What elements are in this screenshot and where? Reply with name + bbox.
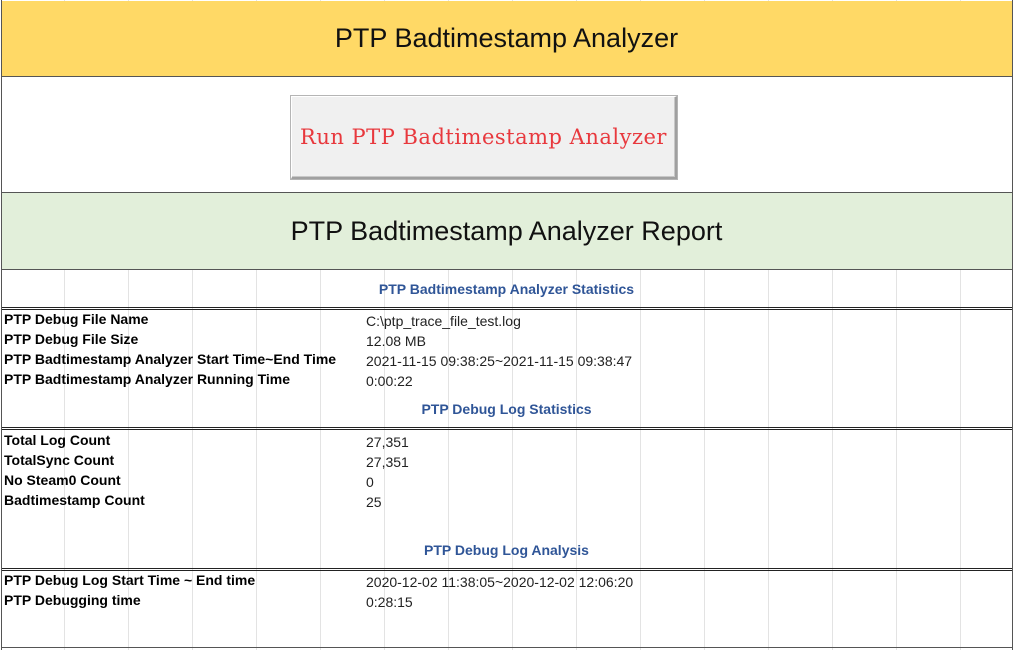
stat-label: Badtimestamp Count: [4, 492, 145, 508]
section-divider: [1, 307, 1012, 310]
report-title-banner: PTP Badtimestamp Analyzer Report: [1, 193, 1012, 270]
stat-row-total-sync-count: TotalSync Count 27,351: [4, 452, 1009, 472]
run-button-area: Run PTP Badtimestamp Analyzer: [1, 77, 1012, 193]
stat-value[interactable]: 27,351: [366, 434, 409, 450]
stat-value[interactable]: C:\ptp_trace_file_test.log: [366, 313, 521, 329]
sheet-border-left: [1, 0, 2, 650]
stat-row-file-name: PTP Debug File Name C:\ptp_trace_file_te…: [4, 311, 1009, 331]
stat-value[interactable]: 27,351: [366, 454, 409, 470]
report-title: PTP Badtimestamp Analyzer Report: [290, 215, 723, 246]
stat-row-badtimestamp-count: Badtimestamp Count 25: [4, 492, 1009, 512]
stat-label: PTP Debug File Name: [4, 311, 149, 327]
stat-row-running-time: PTP Badtimestamp Analyzer Running Time 0…: [4, 371, 1009, 391]
section-heading-analyzer-statistics: PTP Badtimestamp Analyzer Statistics: [378, 281, 635, 297]
stat-value[interactable]: 0:00:22: [366, 373, 413, 389]
stat-value[interactable]: 0:28:15: [366, 594, 413, 610]
section-divider: [1, 427, 1012, 430]
stat-value[interactable]: 25: [366, 494, 382, 510]
section-heading-log-statistics: PTP Debug Log Statistics: [421, 401, 592, 417]
stat-label: PTP Badtimestamp Analyzer Start Time~End…: [4, 351, 337, 367]
stat-row-log-time-range: PTP Debug Log Start Time ~ End time 2020…: [4, 572, 1009, 592]
stat-row-total-log-count: Total Log Count 27,351: [4, 432, 1009, 452]
stat-label: PTP Badtimestamp Analyzer Running Time: [4, 371, 291, 387]
stat-value[interactable]: 0: [366, 474, 374, 490]
sheet-border-right: [1012, 0, 1013, 650]
stat-row-debugging-time: PTP Debugging time 0:28:15: [4, 592, 1009, 612]
stat-label: PTP Debug Log Start Time ~ End time: [4, 572, 256, 588]
stat-value[interactable]: 2020-12-02 11:38:05~2020-12-02 12:06:20: [366, 574, 633, 590]
stat-row-file-size: PTP Debug File Size 12.08 MB: [4, 331, 1009, 351]
stat-label: TotalSync Count: [4, 452, 115, 468]
stat-label: PTP Debug File Size: [4, 331, 139, 347]
run-analyzer-button[interactable]: Run PTP Badtimestamp Analyzer: [291, 96, 677, 179]
section-divider: [1, 568, 1012, 571]
run-analyzer-button-label: Run PTP Badtimestamp Analyzer: [300, 125, 667, 149]
stat-row-run-window: PTP Badtimestamp Analyzer Start Time~End…: [4, 351, 1009, 371]
stat-label: PTP Debugging time: [4, 592, 141, 608]
app-title: PTP Badtimestamp Analyzer: [334, 23, 679, 53]
app-title-banner: PTP Badtimestamp Analyzer: [1, 1, 1012, 77]
stat-label: Total Log Count: [4, 432, 111, 448]
sheet-border-bottom: [1, 647, 1013, 648]
stat-value[interactable]: 12.08 MB: [366, 333, 426, 349]
stat-value[interactable]: 2021-11-15 09:38:25~2021-11-15 09:38:47: [366, 353, 632, 369]
spreadsheet-sheet: PTP Badtimestamp Analyzer Run PTP Badtim…: [0, 0, 1014, 650]
stat-row-no-steam0-count: No Steam0 Count 0: [4, 472, 1009, 492]
section-heading-log-analysis: PTP Debug Log Analysis: [424, 542, 589, 558]
stat-label: No Steam0 Count: [4, 472, 121, 488]
